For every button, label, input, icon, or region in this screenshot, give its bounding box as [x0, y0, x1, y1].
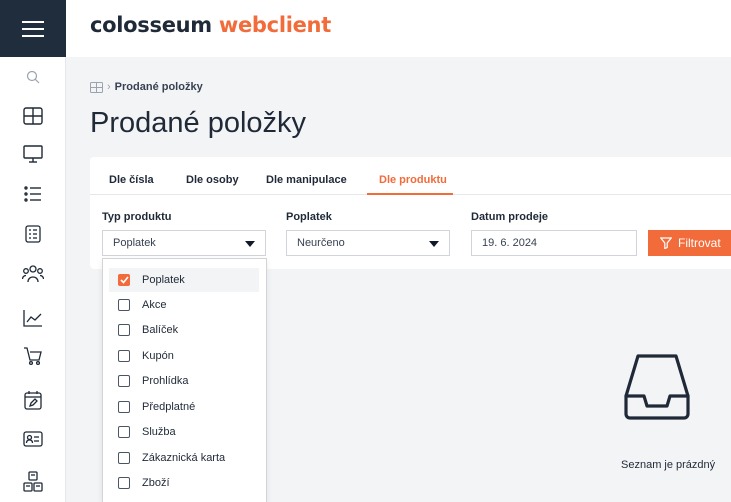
dashboard-grid-icon — [23, 107, 43, 125]
brand-name: colosseum — [90, 13, 212, 37]
filter-funnel-icon — [660, 237, 672, 249]
caret-down-icon — [429, 241, 439, 247]
monitor-icon — [23, 145, 43, 163]
menu-button[interactable] — [0, 0, 66, 57]
tab-by-number[interactable]: Dle čísla — [109, 174, 154, 186]
brand-logo[interactable]: colosseum webclient — [90, 13, 331, 37]
fee-select[interactable]: Neurčeno — [286, 230, 450, 256]
option-predplatne[interactable]: Předplatné — [109, 395, 259, 419]
empty-inbox-icon — [624, 354, 690, 420]
option-label: Kupón — [142, 350, 174, 362]
tab-bar: Dle čísla Dle osoby Dle manipulace Dle p… — [90, 157, 731, 195]
option-kupon[interactable]: Kupón — [109, 344, 259, 368]
checkbox[interactable] — [118, 324, 130, 336]
option-zakaznicka-karta[interactable]: Zákaznická karta — [109, 446, 259, 470]
option-label: Služba — [142, 426, 176, 438]
product-type-value: Poplatek — [113, 237, 156, 249]
checkbox-checked[interactable] — [118, 274, 130, 286]
product-type-label: Typ produktu — [102, 211, 172, 223]
caret-down-icon — [245, 241, 255, 247]
dashboard-grid-icon[interactable] — [90, 81, 103, 93]
checkbox[interactable] — [118, 299, 130, 311]
sidebar-item-statistics[interactable] — [0, 303, 66, 333]
fee-label: Poplatek — [286, 211, 332, 223]
list-icon — [24, 186, 41, 202]
option-sluzba[interactable]: Služba — [109, 420, 259, 444]
sidebar-item-search[interactable] — [0, 62, 66, 92]
chevron-right-icon: › — [107, 81, 111, 93]
option-balicek[interactable]: Balíček — [109, 318, 259, 342]
check-icon — [119, 276, 129, 284]
checkbox[interactable] — [118, 452, 130, 464]
sale-date-input[interactable]: 19. 6. 2024 — [471, 230, 637, 256]
tab-by-handling[interactable]: Dle manipulace — [266, 174, 347, 186]
active-tab-indicator — [367, 193, 453, 195]
tab-by-product[interactable]: Dle produktu — [379, 174, 447, 186]
sale-date-value: 19. 6. 2024 — [482, 237, 538, 249]
sidebar-item-cart[interactable] — [0, 341, 66, 371]
option-label: Zboží — [142, 477, 170, 489]
sidebar-item-list[interactable] — [0, 179, 66, 209]
checkbox[interactable] — [118, 375, 130, 387]
tab-by-person[interactable]: Dle osoby — [186, 174, 239, 186]
chart-line-icon — [23, 310, 42, 327]
sidebar-item-calendar[interactable] — [0, 385, 66, 415]
option-poplatek[interactable]: Poplatek — [109, 268, 259, 292]
sidebar-item-dashboard[interactable] — [0, 101, 66, 131]
sale-date-label: Datum prodeje — [471, 211, 549, 223]
option-akce[interactable]: Akce — [109, 293, 259, 317]
id-card-icon — [23, 431, 43, 447]
cart-icon — [24, 347, 42, 366]
document-list-icon — [25, 225, 41, 243]
filter-button-label: Filtrovat — [678, 236, 721, 250]
sidebar-item-users[interactable] — [0, 259, 66, 289]
filter-button[interactable]: Filtrovat — [648, 230, 731, 256]
product-type-dropdown: Poplatek Akce Balíček Kupón Prohlídka Př… — [102, 258, 267, 502]
users-icon — [22, 265, 44, 283]
hamburger-icon — [22, 20, 44, 37]
option-prohlidka[interactable]: Prohlídka — [109, 369, 259, 393]
breadcrumb: › Prodané položky — [90, 81, 203, 93]
option-label: Zákaznická karta — [142, 452, 226, 464]
top-header: colosseum webclient — [66, 0, 731, 57]
empty-state-text: Seznam je prázdný — [621, 459, 716, 471]
checkbox[interactable] — [118, 477, 130, 489]
option-label: Poplatek — [142, 274, 185, 286]
sidebar-item-monitor[interactable] — [0, 139, 66, 169]
option-label: Předplatné — [142, 401, 196, 413]
breadcrumb-current: Prodané položky — [114, 81, 203, 93]
filter-card: Dle čísla Dle osoby Dle manipulace Dle p… — [90, 157, 731, 269]
search-icon — [26, 70, 40, 84]
sidebar — [0, 0, 66, 502]
option-zbozi[interactable]: Zboží — [109, 471, 259, 495]
checkbox[interactable] — [118, 350, 130, 362]
product-type-select[interactable]: Poplatek — [102, 230, 266, 256]
checkbox[interactable] — [118, 401, 130, 413]
calendar-edit-icon — [24, 391, 42, 410]
page-title: Prodané položky — [90, 107, 307, 139]
sidebar-item-tickets[interactable] — [0, 467, 66, 497]
sidebar-item-documents[interactable] — [0, 219, 66, 249]
checkbox[interactable] — [118, 426, 130, 438]
tickets-icon — [23, 471, 43, 492]
option-label: Prohlídka — [142, 375, 189, 387]
option-label: Balíček — [142, 324, 179, 336]
option-label: Akce — [142, 299, 167, 311]
fee-value: Neurčeno — [297, 237, 345, 249]
sidebar-item-id-card[interactable] — [0, 424, 66, 454]
brand-suffix: webclient — [218, 13, 331, 37]
